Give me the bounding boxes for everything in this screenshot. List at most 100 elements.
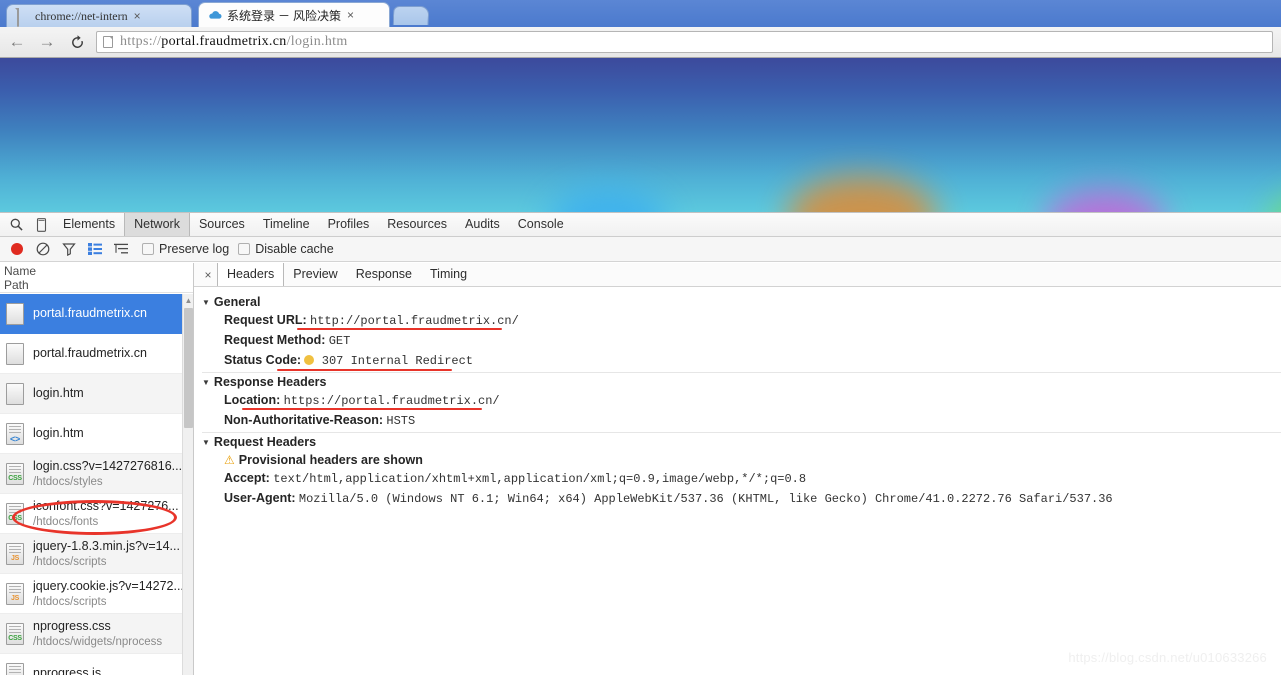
- header-value: 307 Internal Redirect: [322, 354, 473, 368]
- request-name: portal.fraudmetrix.cn: [33, 306, 147, 320]
- request-name: login.htm: [33, 386, 84, 400]
- detail-tab-response[interactable]: Response: [347, 263, 421, 286]
- header-value: text/html,application/xhtml+xml,applicat…: [273, 472, 806, 486]
- request-row-1[interactable]: portal.fraudmetrix.cn: [0, 334, 193, 374]
- detail-tab-timing[interactable]: Timing: [421, 263, 476, 286]
- warning-icon: ⚠: [224, 453, 235, 467]
- request-name: login.htm: [33, 426, 84, 440]
- tab-sources[interactable]: Sources: [190, 213, 254, 236]
- column-header-name[interactable]: Name: [4, 264, 193, 278]
- disable-cache-label: Disable cache: [255, 242, 334, 256]
- section-response-headers[interactable]: ▼ Response Headers: [202, 372, 1281, 391]
- request-path: /htdocs/widgets/nprocess: [33, 636, 162, 648]
- tab-profiles[interactable]: Profiles: [319, 213, 379, 236]
- section-general[interactable]: ▼ General: [202, 293, 1281, 311]
- request-name: iconfont.css?v=1427276...: [33, 499, 179, 513]
- page-blob-green: [1268, 188, 1281, 212]
- preserve-log-label: Preserve log: [159, 242, 229, 256]
- browser-tab-2-close-icon[interactable]: ×: [347, 9, 354, 21]
- request-list[interactable]: portal.fraudmetrix.cn portal.fraudmetrix…: [0, 294, 193, 675]
- request-path: /htdocs/styles: [33, 476, 103, 488]
- document-file-icon: [6, 343, 24, 365]
- header-name: Non-Authoritative-Reason:: [224, 413, 383, 427]
- group-by-frame-icon[interactable]: [109, 238, 133, 260]
- tab-elements[interactable]: Elements: [54, 213, 124, 236]
- request-list-column-headers: Name Path: [0, 263, 193, 293]
- detail-tab-preview[interactable]: Preview: [284, 263, 346, 286]
- request-row-7[interactable]: JS jquery.cookie.js?v=14272... /htdocs/s…: [0, 574, 193, 614]
- address-bar[interactable]: https://portal.fraudmetrix.cn/login.htm: [96, 31, 1273, 53]
- record-icon[interactable]: [5, 238, 29, 260]
- detail-tabbar: × Headers Preview Response Timing: [194, 263, 1281, 287]
- detail-tab-headers[interactable]: Headers: [217, 263, 284, 286]
- tab-audits[interactable]: Audits: [456, 213, 509, 236]
- request-row-3[interactable]: <> login.htm: [0, 414, 193, 454]
- chevron-down-icon: ▼: [202, 298, 210, 307]
- page-blob-purple: [1045, 190, 1165, 212]
- view-list-icon[interactable]: [83, 238, 107, 260]
- web-page-viewport[interactable]: [0, 58, 1281, 212]
- annotation-underline-request-url: [297, 328, 502, 330]
- request-path: /htdocs/fonts: [33, 516, 98, 528]
- header-name: Request Method:: [224, 333, 325, 347]
- column-header-path[interactable]: Path: [4, 278, 193, 292]
- page-blob-blue: [548, 188, 668, 212]
- preserve-log-box[interactable]: [142, 243, 154, 255]
- tab-console[interactable]: Console: [509, 213, 573, 236]
- header-row-accept: Accept: text/html,application/xhtml+xml,…: [202, 469, 1281, 489]
- forward-button[interactable]: →: [34, 29, 60, 55]
- disable-cache-box[interactable]: [238, 243, 250, 255]
- section-request-headers[interactable]: ▼ Request Headers: [202, 432, 1281, 451]
- section-request-headers-label: Request Headers: [214, 435, 316, 449]
- header-row-request-url: Request URL: http://portal.fraudmetrix.c…: [202, 311, 1281, 331]
- css-file-icon: CSS: [6, 463, 24, 485]
- clear-icon[interactable]: [31, 238, 55, 260]
- preserve-log-checkbox[interactable]: Preserve log: [142, 242, 229, 256]
- browser-tab-1-close-icon[interactable]: ×: [134, 10, 141, 22]
- request-row-2[interactable]: login.htm: [0, 374, 193, 414]
- request-name: jquery-1.8.3.min.js?v=14...: [33, 539, 180, 553]
- request-path: /htdocs/scripts: [33, 596, 107, 608]
- header-value: GET: [329, 334, 351, 348]
- page-info-icon[interactable]: [103, 36, 113, 48]
- document-file-icon: [6, 303, 24, 325]
- request-name: jquery.cookie.js?v=14272...: [33, 579, 184, 593]
- device-toggle-icon[interactable]: [29, 214, 54, 236]
- request-row-9[interactable]: JS nprogress.js: [0, 654, 193, 675]
- tab-network[interactable]: Network: [124, 213, 190, 236]
- css-file-icon: CSS: [6, 503, 24, 525]
- annotation-underline-status-code: [277, 369, 452, 371]
- request-name: nprogress.css: [33, 619, 111, 633]
- request-row-5[interactable]: CSS iconfont.css?v=1427276... /htdocs/fo…: [0, 494, 193, 534]
- disable-cache-checkbox[interactable]: Disable cache: [238, 242, 334, 256]
- reload-button[interactable]: [64, 29, 90, 55]
- tab-resources[interactable]: Resources: [378, 213, 456, 236]
- new-tab-button[interactable]: [393, 6, 430, 25]
- request-list-sidebar: Name Path portal.fraudmetrix.cn portal.f…: [0, 263, 194, 675]
- close-icon[interactable]: ×: [199, 268, 217, 282]
- network-body: Name Path portal.fraudmetrix.cn portal.f…: [0, 263, 1281, 675]
- sidebar-scrollbar[interactable]: ▲: [182, 294, 193, 675]
- scroll-up-icon[interactable]: ▲: [183, 294, 194, 306]
- tab-strip: chrome://net-intern × 系统登录 － 风险决策 ×: [0, 0, 1281, 27]
- header-name: Status Code:: [224, 353, 301, 367]
- request-row-0[interactable]: portal.fraudmetrix.cn: [0, 294, 193, 334]
- js-file-icon: JS: [6, 543, 24, 565]
- watermark: https://blog.csdn.net/u010633266: [1068, 650, 1267, 665]
- request-row-4[interactable]: CSS login.css?v=1427276816... /htdocs/st…: [0, 454, 193, 494]
- header-name: Request URL:: [224, 313, 307, 327]
- chevron-down-icon: ▼: [202, 438, 210, 447]
- browser-toolbar: ← → https://portal.fraudmetrix.cn/login.…: [0, 27, 1281, 58]
- tab-timeline[interactable]: Timeline: [254, 213, 319, 236]
- request-row-8[interactable]: CSS nprogress.css /htdocs/widgets/nproce…: [0, 614, 193, 654]
- browser-tab-2[interactable]: 系统登录 － 风险决策 ×: [198, 2, 390, 27]
- back-button[interactable]: ←: [4, 29, 30, 55]
- devtools-tabbar: Elements Network Sources Timeline Profil…: [0, 213, 1281, 237]
- request-row-6[interactable]: JS jquery-1.8.3.min.js?v=14... /htdocs/s…: [0, 534, 193, 574]
- html-file-icon: <>: [6, 423, 24, 445]
- filter-icon[interactable]: [57, 238, 81, 260]
- search-icon[interactable]: [4, 214, 29, 236]
- scrollbar-thumb[interactable]: [184, 308, 193, 428]
- browser-tab-1[interactable]: chrome://net-intern ×: [6, 4, 192, 27]
- section-general-label: General: [214, 295, 261, 309]
